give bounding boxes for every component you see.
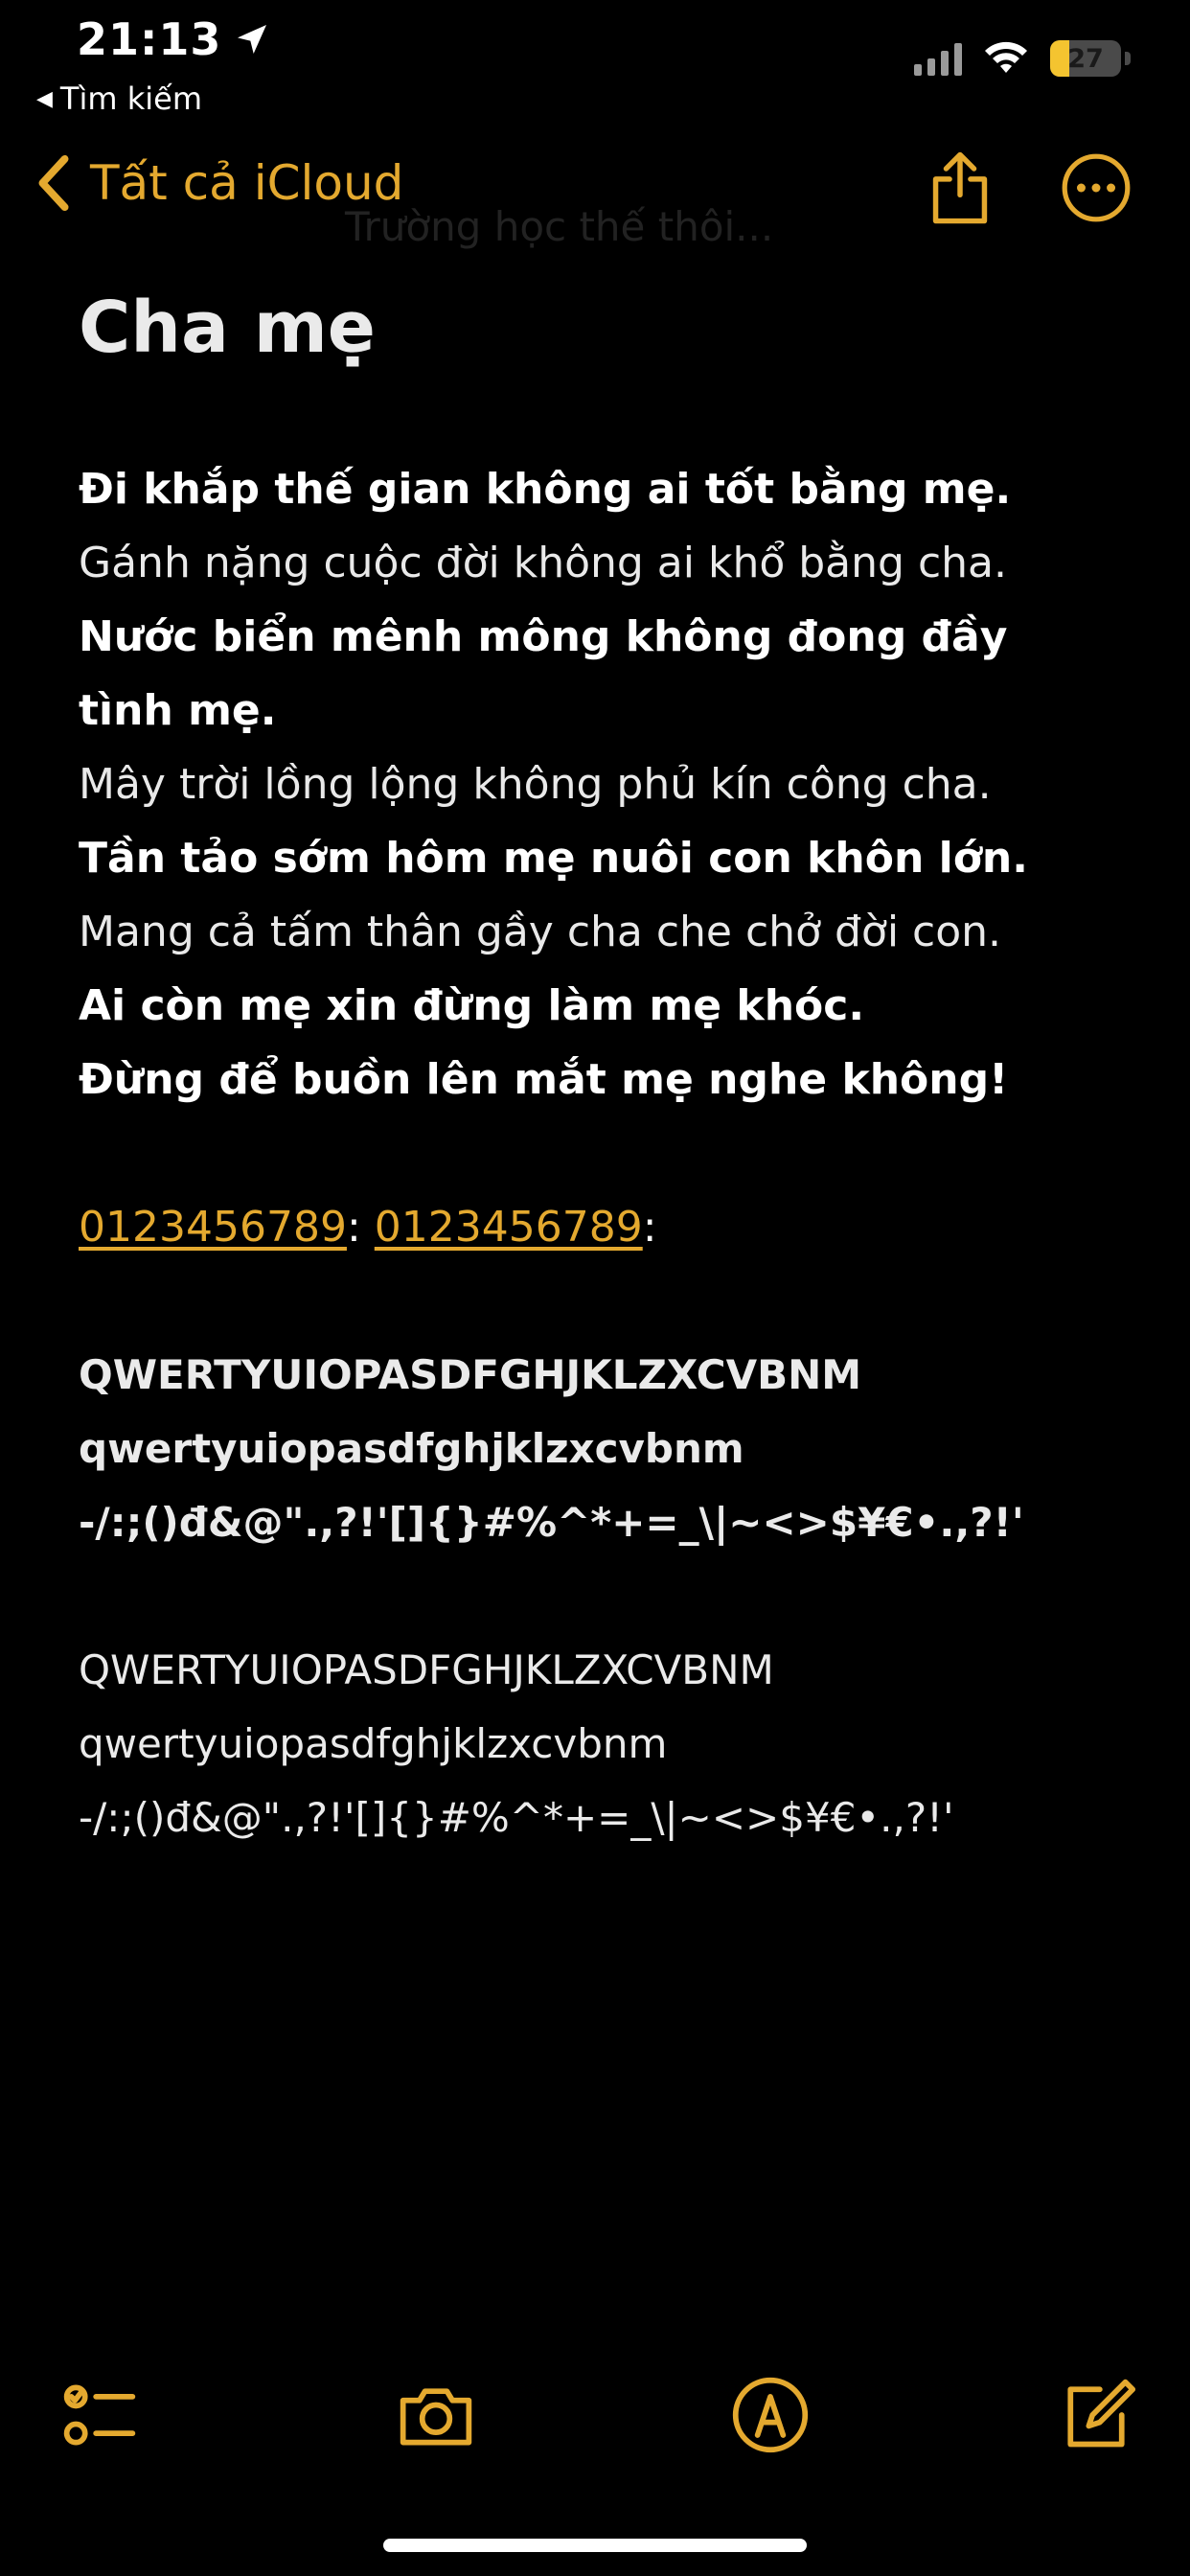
- separator: :: [346, 1203, 361, 1252]
- location-arrow-icon: [238, 25, 267, 54]
- poem-line: Đừng để buồn lên mắt mẹ nghe không!: [79, 1055, 1009, 1104]
- clock: 21:13: [77, 13, 222, 65]
- more-options-button[interactable]: [1060, 150, 1133, 226]
- battery-icon: 27: [1050, 40, 1121, 77]
- separator: :: [642, 1203, 657, 1252]
- phone-link[interactable]: 0123456789: [375, 1203, 643, 1252]
- back-triangle-icon: ◀: [36, 86, 53, 111]
- chevron-left-icon: [38, 154, 69, 212]
- cellular-signal-icon: [914, 41, 962, 76]
- phone-link[interactable]: 0123456789: [79, 1203, 347, 1252]
- status-time: 21:13: [77, 13, 271, 65]
- note-title[interactable]: Cha mẹ: [79, 278, 1133, 378]
- char-line: qwertyuiopasdfghjklzxcvbnm: [79, 1720, 668, 1767]
- poem-line: Nước biển mênh mông không đong đầy tình …: [79, 612, 1008, 735]
- scrolled-title-ghost: Trường học thế thôi...: [345, 203, 774, 250]
- back-app-label: Tìm kiếm: [59, 80, 202, 117]
- char-line: QWERTYUIOPASDFGHJKLZXCVBNM: [79, 1351, 862, 1398]
- char-line: QWERTYUIOPASDFGHJKLZXCVBNM: [79, 1646, 774, 1693]
- status-indicators: 27: [914, 40, 1131, 77]
- home-indicator[interactable]: [383, 2539, 807, 2552]
- phone-numbers-line: 0123456789: 0123456789:: [79, 1190, 1133, 1264]
- poem-line: Mây trời lồng lộng không phủ kín công ch…: [79, 760, 992, 809]
- battery-cap: [1125, 52, 1131, 65]
- checklist-button[interactable]: [59, 2375, 140, 2455]
- share-button[interactable]: [924, 150, 996, 226]
- back-to-app[interactable]: ◀ Tìm kiếm: [36, 80, 202, 117]
- char-line: -/:;()đ&@".,?!'[]{}#%^*+=_\|~<>$¥€•.,?!': [79, 1794, 954, 1841]
- battery-level: 27: [1067, 43, 1104, 74]
- camera-button[interactable]: [396, 2375, 476, 2455]
- compose-button[interactable]: [1056, 2375, 1136, 2455]
- char-line: qwertyuiopasdfghjklzxcvbnm: [79, 1425, 744, 1472]
- char-line: -/:;()đ&@".,?!'[]{}#%^*+=_\|~<>$¥€•.,?!': [79, 1499, 1024, 1546]
- poem-line: Mang cả tấm thân gầy cha che chở đời con…: [79, 908, 1002, 956]
- poem-line: Đi khắp thế gian không ai tốt bằng mẹ.: [79, 465, 1012, 514]
- note-body[interactable]: Cha mẹ Đi khắp thế gian không ai tốt bằn…: [79, 278, 1133, 1854]
- battery-fill: [1050, 40, 1069, 77]
- wifi-icon: [985, 41, 1027, 73]
- poem-line: Gánh nặng cuộc đời không ai khổ bằng cha…: [79, 539, 1007, 587]
- markup-button[interactable]: [730, 2375, 811, 2455]
- poem-line: Tần tảo sớm hôm mẹ nuôi con khôn lớn.: [79, 834, 1028, 883]
- poem-line: Ai còn mẹ xin đừng làm mẹ khóc.: [79, 981, 865, 1030]
